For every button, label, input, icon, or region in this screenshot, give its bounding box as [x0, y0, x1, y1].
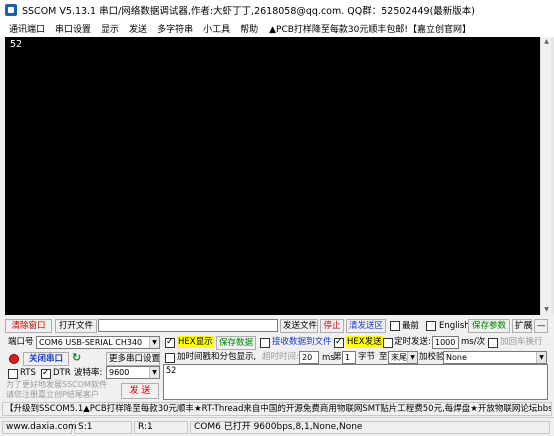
- promo-hint: 为了更好地发展SSCOM软件 请您注册嘉立创P结尾客户: [6, 380, 107, 399]
- add-crlf-checkbox[interactable]: [488, 338, 498, 348]
- rts-checkbox[interactable]: [8, 369, 18, 379]
- baud-select-value: 9600: [109, 368, 130, 377]
- menu-serial-settings[interactable]: 串口设置: [50, 22, 96, 35]
- receive-text: 52: [10, 39, 23, 50]
- end-select-value: 末尾: [391, 353, 407, 362]
- scroll-up-icon[interactable]: ▲: [542, 37, 551, 47]
- rts-label: RTS: [20, 368, 36, 378]
- checksum-select[interactable]: None ▼: [443, 351, 547, 364]
- hex-display-checkbox[interactable]: [165, 337, 175, 348]
- status-bar: www.daxia.com S:1 R:1 COM6 已打开 9600bps,8…: [0, 417, 554, 436]
- window-title: SSCOM V5.13.1 串口/网络数据调试器,作者:大虾丁丁,2618058…: [22, 6, 476, 17]
- checksum-select-value: None: [446, 353, 467, 362]
- menu-help[interactable]: 帮助: [235, 22, 263, 35]
- port-label: 端口号: [8, 337, 34, 347]
- english-checkbox[interactable]: [426, 321, 436, 331]
- chevron-down-icon[interactable]: ▼: [149, 337, 159, 348]
- close-port-button[interactable]: 关闭串口: [23, 352, 69, 366]
- ticker-text: 【升级到SSCOM5.1▲PCB打样降至每款30元顺丰★RT-Thread来自中…: [5, 404, 552, 414]
- app-icon: [5, 4, 17, 16]
- status-site[interactable]: www.daxia.com: [2, 421, 77, 434]
- menu-send[interactable]: 发送: [124, 22, 152, 35]
- topmost-label: 最前: [402, 321, 420, 331]
- status-sent: S:1: [74, 421, 132, 434]
- recv-to-file-label: 接收数据到文件: [272, 337, 332, 347]
- dtr-label: DTR: [53, 368, 71, 378]
- nth-label: 第: [333, 352, 342, 362]
- timed-send-label: 定时发送:: [394, 337, 431, 347]
- menu-tools[interactable]: 小工具: [198, 22, 235, 35]
- save-params-button[interactable]: 保存参数: [468, 319, 510, 333]
- send-file-button[interactable]: 发送文件: [280, 319, 318, 333]
- chevron-down-icon[interactable]: ▼: [536, 352, 546, 363]
- menu-comm-port[interactable]: 通讯端口: [4, 22, 50, 35]
- expand-button[interactable]: 扩展: [512, 319, 532, 333]
- timeout-label: 超时时间:: [262, 352, 299, 362]
- hex-send-checkbox[interactable]: [334, 337, 344, 348]
- app-window: SSCOM V5.13.1 串口/网络数据调试器,作者:大虾丁丁,2618058…: [0, 0, 554, 436]
- end-select[interactable]: 末尾 ▼: [388, 351, 418, 364]
- clear-window-button[interactable]: 清除窗口: [5, 319, 52, 333]
- timed-send-checkbox[interactable]: [383, 338, 393, 348]
- more-settings-button[interactable]: 更多串口设置: [106, 352, 160, 366]
- news-ticker[interactable]: 【升级到SSCOM5.1▲PCB打样降至每款30元顺丰★RT-Thread来自中…: [2, 402, 552, 416]
- byte-label: 字节: [358, 352, 376, 362]
- timestamp-label: 加时间戳和分包显示,: [177, 352, 257, 362]
- save-data-button[interactable]: 保存数据: [216, 336, 256, 350]
- menu-multi-string[interactable]: 多字符串: [152, 22, 198, 35]
- chevron-down-icon[interactable]: ▼: [407, 352, 417, 363]
- stop-button[interactable]: 停止: [320, 319, 344, 333]
- receive-scrollbar[interactable]: ▲ ▼: [540, 37, 551, 315]
- english-label: English: [439, 321, 470, 331]
- title-bar: SSCOM V5.13.1 串口/网络数据调试器,作者:大虾丁丁,2618058…: [0, 0, 554, 20]
- recv-to-file-checkbox[interactable]: [260, 338, 270, 348]
- menu-bar: 通讯端口 串口设置 显示 发送 多字符串 小工具 帮助 ▲PCB打样降至每款30…: [0, 20, 554, 37]
- file-path-input[interactable]: [98, 319, 278, 332]
- to-label: 至: [379, 352, 388, 362]
- port-select[interactable]: COM6 USB-SERIAL CH340 ▼: [36, 336, 160, 349]
- interval-unit: ms/次: [461, 337, 486, 347]
- interval-input[interactable]: 1000: [432, 336, 459, 349]
- timeout-input[interactable]: 20: [299, 351, 319, 364]
- collapse-button[interactable]: —: [534, 319, 548, 333]
- scroll-down-icon[interactable]: ▼: [542, 305, 551, 315]
- send-input[interactable]: 52: [163, 364, 548, 400]
- topmost-checkbox[interactable]: [390, 321, 400, 331]
- chevron-down-icon[interactable]: ▼: [149, 367, 159, 378]
- add-crlf-label: 加回车换行: [500, 337, 543, 347]
- hex-display-label: HEX显示: [177, 336, 214, 348]
- port-status-icon: [9, 354, 19, 364]
- byte-index-input[interactable]: 1: [342, 351, 356, 364]
- refresh-icon[interactable]: ↻: [72, 351, 81, 364]
- status-received: R:1: [134, 421, 188, 434]
- baud-select[interactable]: 9600 ▼: [106, 366, 160, 379]
- menu-promo-link[interactable]: ▲PCB打样降至每款30元顺丰包邮!【嘉立创官网】: [263, 22, 471, 35]
- receive-area[interactable]: 52: [5, 37, 540, 315]
- baud-label: 波特率:: [74, 368, 103, 378]
- checksum-label: 加校验: [419, 352, 445, 362]
- menu-display[interactable]: 显示: [96, 22, 124, 35]
- open-file-button[interactable]: 打开文件: [55, 319, 97, 333]
- timestamp-checkbox[interactable]: [165, 353, 175, 363]
- clear-send-button[interactable]: 清发送区: [346, 319, 386, 333]
- send-button[interactable]: 发 送: [121, 383, 159, 399]
- hex-send-label: HEX发送: [346, 336, 383, 348]
- port-select-value: COM6 USB-SERIAL CH340: [39, 338, 143, 347]
- send-input-text: 52: [166, 366, 177, 376]
- dtr-checkbox[interactable]: [41, 368, 51, 379]
- status-port-state: COM6 已打开 9600bps,8,1,None,None: [190, 421, 550, 434]
